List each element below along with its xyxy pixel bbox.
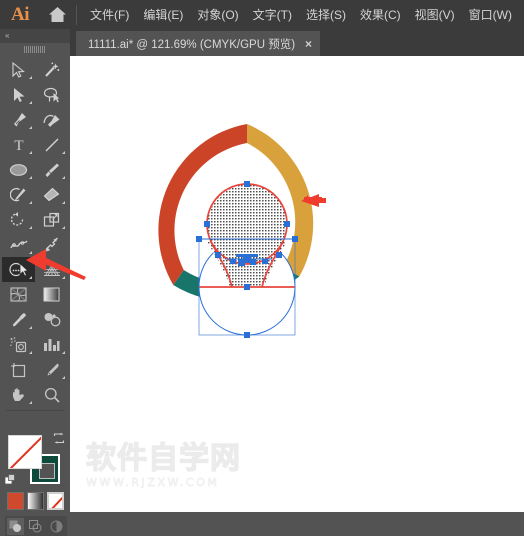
swap-fill-stroke-icon[interactable] [53,433,65,446]
tools-panel: T [2,57,68,407]
menu-divider [76,4,77,25]
flyout-corner-icon [62,351,65,354]
menu-bar: Ai 文件(F) 编辑(E) 对象(O) 文字(T) 选择(S) 效果(C) 视… [0,0,524,29]
toolbar-drag-handle[interactable] [0,43,70,56]
slice-tool[interactable] [35,357,68,382]
direct-selection-tool[interactable] [2,82,35,107]
flyout-corner-icon [29,351,32,354]
document-tab-bar: 11111.ai* @ 121.69% (CMYK/GPU 预览) × [70,29,524,56]
svg-text:T: T [14,138,23,152]
menu-select[interactable]: 选择(S) [299,4,353,26]
document-tab-title: 11111.ai* @ 121.69% (CMYK/GPU 预览) [88,38,296,51]
document-tab[interactable]: 11111.ai* @ 121.69% (CMYK/GPU 预览) × [76,31,321,56]
menu-edit[interactable]: 编辑(E) [136,4,190,26]
left-panel-column: « T [0,29,70,536]
shape-builder-tool[interactable] [2,257,35,282]
draw-inside-mode[interactable] [48,518,65,535]
zoom-tool[interactable] [35,382,68,407]
draw-normal-mode[interactable] [6,517,24,535]
magic-wand-tool[interactable] [35,57,68,82]
eyedropper-tool[interactable] [2,307,35,332]
home-icon[interactable] [40,0,74,29]
width-warp-tool[interactable] [2,232,35,257]
flyout-corner-icon [29,401,32,404]
flyout-corner-icon [62,201,65,204]
fill-swatch-none[interactable] [8,435,42,469]
hand-tool[interactable] [2,382,35,407]
flyout-corner-icon [62,226,65,229]
collapse-chevron-icon[interactable]: « [0,31,10,41]
symbol-sprayer-tool[interactable] [2,332,35,357]
lasso-tool[interactable] [35,82,68,107]
ai-logo: Ai [11,3,30,25]
menu-view[interactable]: 视图(V) [408,4,462,26]
color-mode-buttons [7,492,65,512]
flyout-corner-icon [29,126,32,129]
perspective-grid-tool[interactable] [35,257,68,282]
flyout-corner-icon [29,101,32,104]
gradient-tool[interactable] [35,282,68,307]
draw-mode-buttons [5,516,67,536]
selection-tool[interactable] [2,57,35,82]
grip-dots-icon [24,46,46,53]
pen-tool[interactable] [2,107,35,132]
menu-type[interactable]: 文字(T) [246,4,299,26]
none-button[interactable] [47,492,64,510]
artboard-canvas[interactable]: 软件自学网 WWW.RJZXW.COM [70,56,524,512]
flyout-corner-icon [62,276,65,279]
flyout-corner-icon [62,151,65,154]
menu-file[interactable]: 文件(F) [83,4,136,26]
gradient-button[interactable] [27,492,44,510]
flyout-corner-icon [29,326,32,329]
menu-window[interactable]: 窗口(W) [462,4,519,26]
line-segment-tool[interactable] [35,132,68,157]
flyout-corner-icon [29,151,32,154]
fill-stroke-control [4,433,66,485]
flyout-corner-icon [62,376,65,379]
rotate-tool[interactable] [2,207,35,232]
flyout-corner-icon [29,276,32,279]
menu-object[interactable]: 对象(O) [190,4,245,26]
flyout-corner-icon [29,176,32,179]
type-tool[interactable]: T [2,132,35,157]
column-graph-tool[interactable] [35,332,68,357]
flyout-corner-icon [29,201,32,204]
flyout-corner-icon [62,176,65,179]
shaper-pencil-tool[interactable] [2,182,35,207]
menu-effect[interactable]: 效果(C) [353,4,408,26]
paintbrush-tool[interactable] [35,157,68,182]
scale-tool[interactable] [35,207,68,232]
flyout-corner-icon [29,226,32,229]
none-diagonal-icon [9,436,41,468]
blend-tool[interactable] [35,307,68,332]
artwork-svg [158,124,326,338]
curvature-tool[interactable] [35,107,68,132]
default-fill-stroke-icon[interactable] [4,472,16,485]
panel-collapse-bar[interactable]: « [0,29,70,43]
flyout-corner-icon [29,251,32,254]
flyout-corner-icon [29,76,32,79]
draw-behind-mode[interactable] [27,518,44,535]
ellipse-tool[interactable] [2,157,35,182]
eraser-tool[interactable] [35,182,68,207]
artboard-tool[interactable] [2,357,35,382]
close-icon[interactable]: × [305,38,312,50]
toolbar-separator [6,410,64,411]
mesh-tool[interactable] [2,282,35,307]
free-transform-tool[interactable] [35,232,68,257]
color-button[interactable] [7,492,24,510]
